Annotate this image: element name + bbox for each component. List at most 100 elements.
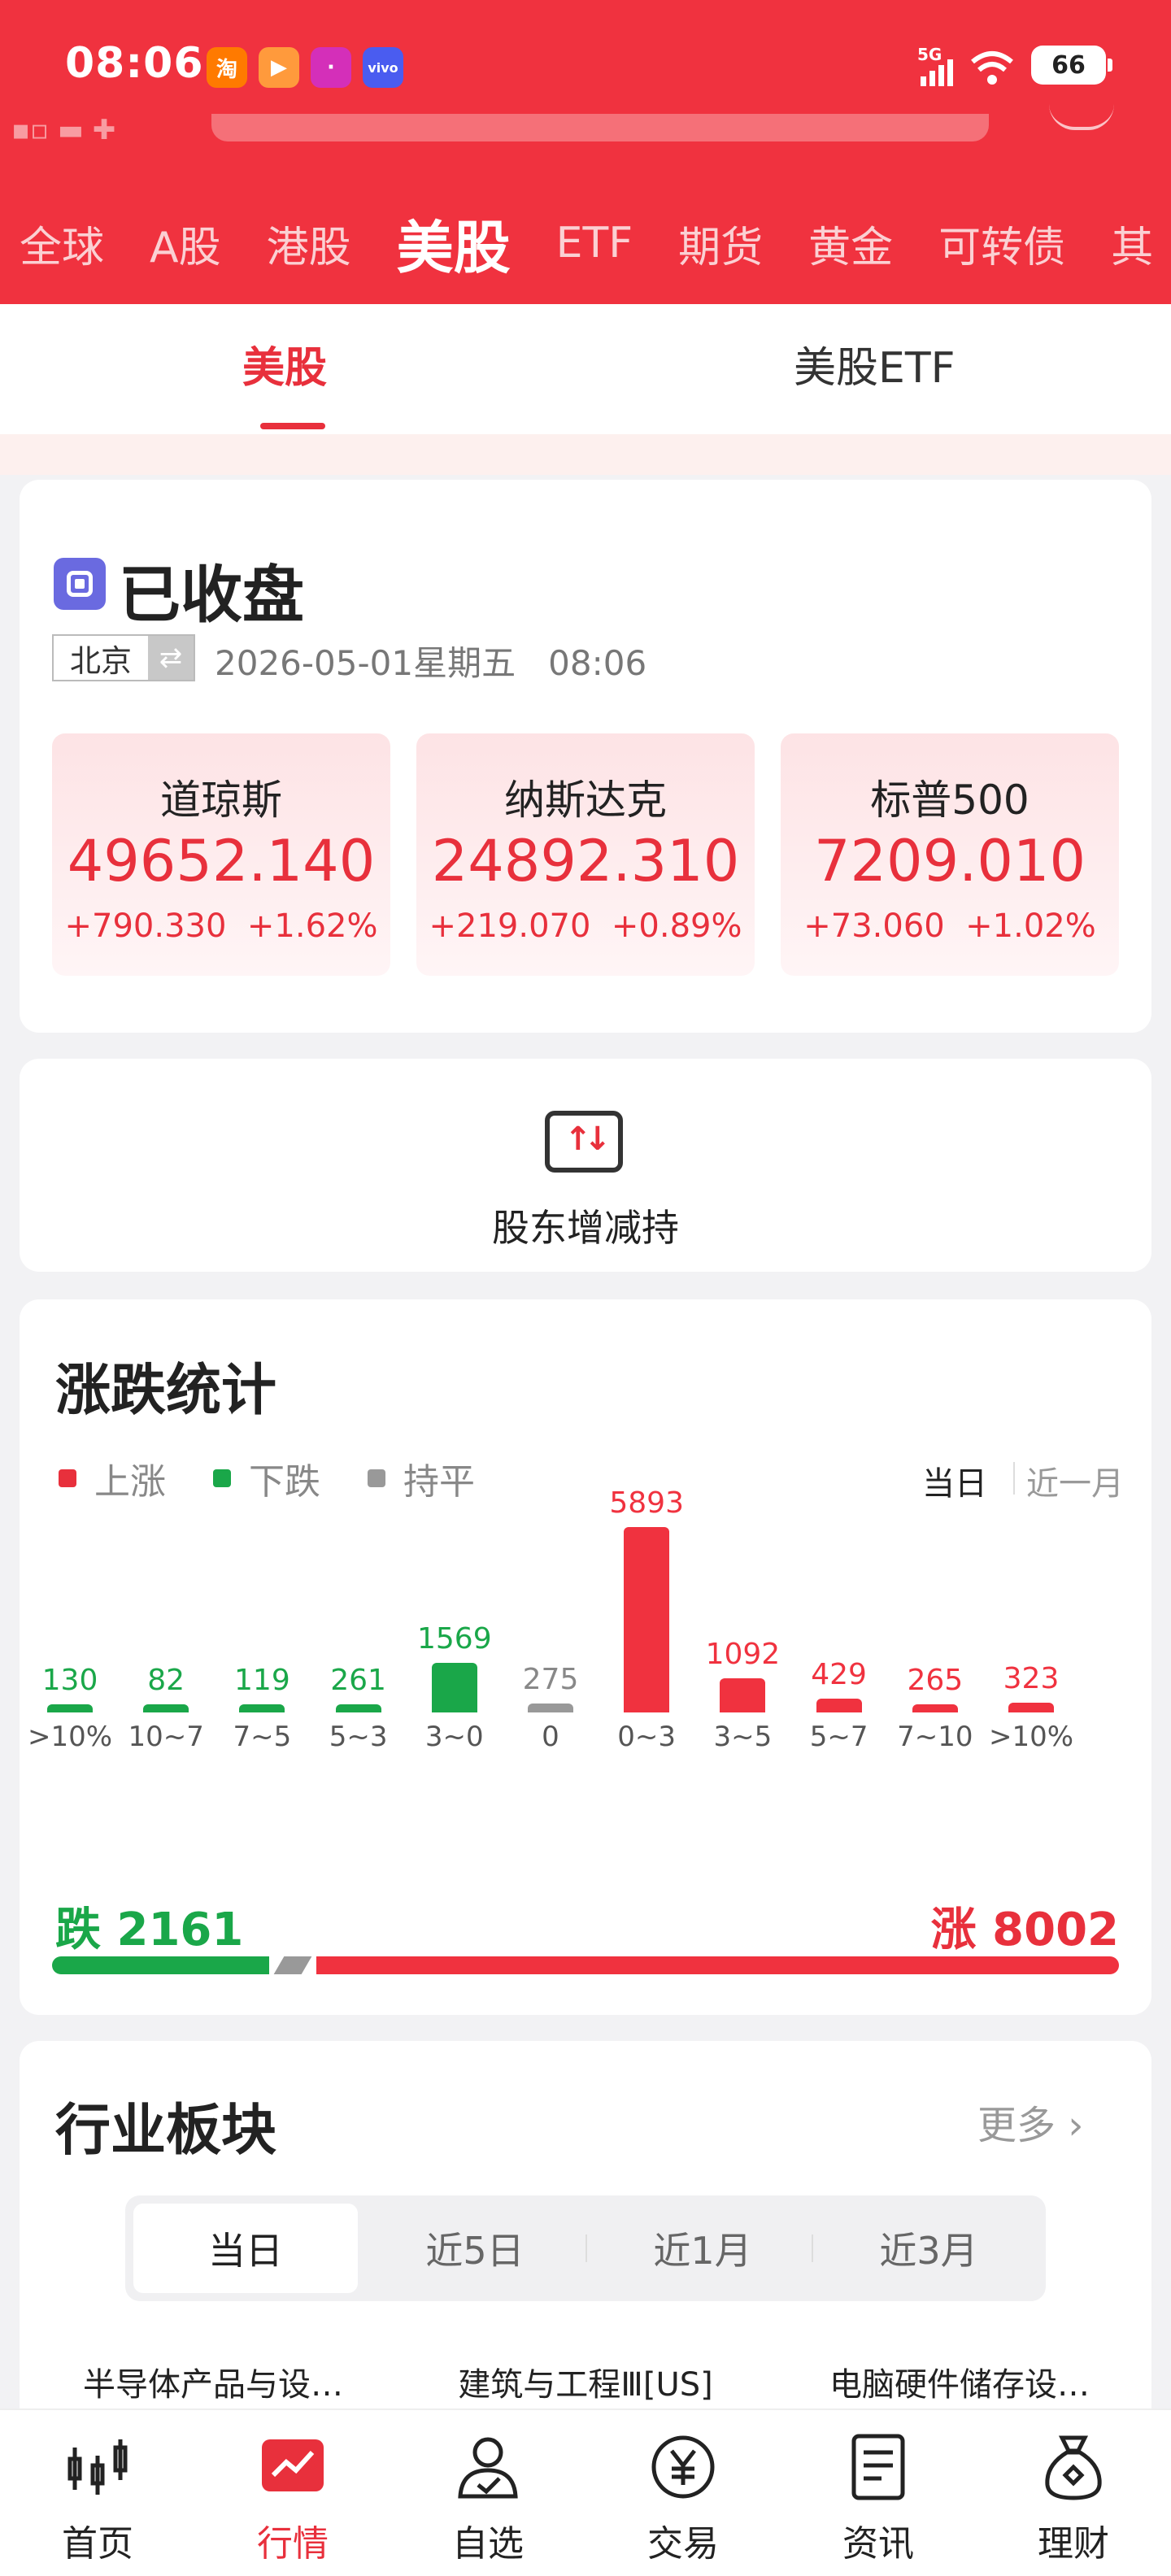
chart-bar-value: 1569 bbox=[416, 1622, 492, 1656]
index-value: 7209.010 bbox=[813, 828, 1086, 894]
timezone-label: 北京 bbox=[69, 642, 132, 679]
nav-news[interactable]: 资讯 bbox=[781, 2410, 976, 2576]
search-bar[interactable] bbox=[211, 114, 989, 141]
subtab-us-etf[interactable]: 美股ETF bbox=[794, 333, 956, 394]
shareholder-change-card[interactable]: ↑ ↓ 股东增减持 bbox=[20, 1059, 1151, 1272]
yuan-icon bbox=[651, 2435, 715, 2499]
sector-item[interactable]: 建筑与工程Ⅲ[US] bbox=[415, 2358, 756, 2405]
chart-bar bbox=[143, 1704, 189, 1712]
avatar[interactable] bbox=[1049, 104, 1114, 130]
chart-bar-value: 261 bbox=[330, 1664, 386, 1697]
chart-bar-value: 265 bbox=[907, 1664, 964, 1697]
fall-total: 跌 2161 bbox=[55, 1904, 244, 1956]
nav-trade[interactable]: 交易 bbox=[586, 2410, 781, 2576]
chart-bar bbox=[431, 1663, 477, 1712]
chart-bar-value: 82 bbox=[147, 1664, 185, 1697]
segment-divider bbox=[586, 2234, 587, 2262]
nav-home[interactable]: 首页 bbox=[0, 2410, 195, 2576]
period-today[interactable]: 当日 bbox=[133, 2204, 358, 2293]
index-card-nasdaq[interactable]: 纳斯达克 24892.310 +219.070 +0.89% bbox=[416, 733, 755, 976]
tab-a-share[interactable]: A股 bbox=[150, 213, 221, 274]
chart-bar bbox=[720, 1678, 766, 1712]
tab-hk[interactable]: 港股 bbox=[267, 213, 351, 274]
arrows-updown-icon: ↑ ↓ bbox=[545, 1111, 623, 1173]
chart-bar-value: 5893 bbox=[609, 1486, 684, 1520]
index-name: 纳斯达克 bbox=[504, 777, 667, 824]
money-bag-icon bbox=[1045, 2435, 1102, 2500]
market-status-card: 已收盘 北京 ⇄ 2026-05-01星期五 08:06 道琼斯 49652.1… bbox=[20, 480, 1151, 1033]
rise-total: 涨 8002 bbox=[930, 1904, 1119, 1956]
chart-bar bbox=[816, 1699, 862, 1712]
menu-ghost-icon: ▪▫ ▬ ✚ bbox=[11, 114, 116, 146]
signal-wifi-icon: 5G bbox=[917, 45, 1013, 86]
tab-gold[interactable]: 黄金 bbox=[808, 213, 893, 274]
chart-category-label: 3~0 bbox=[424, 1721, 484, 1753]
market-closed-icon bbox=[54, 558, 106, 610]
sector-more-link[interactable]: 更多 › bbox=[977, 2093, 1083, 2150]
period-selector: 当日 近5日 近1月 近3月 bbox=[125, 2195, 1046, 2301]
chart-category-label: 0~3 bbox=[617, 1721, 677, 1753]
segment-divider bbox=[812, 2234, 813, 2262]
index-card-sp500[interactable]: 标普500 7209.010 +73.060 +1.02% bbox=[781, 733, 1119, 976]
progress-fall bbox=[52, 1956, 269, 1974]
notification-app-icon: 淘 bbox=[207, 47, 247, 88]
nav-watchlist[interactable]: 自选 bbox=[390, 2410, 586, 2576]
index-change: +73.060 +1.02% bbox=[803, 907, 1096, 945]
period-3m[interactable]: 近3月 bbox=[816, 2204, 1041, 2293]
index-value: 49652.140 bbox=[67, 828, 376, 894]
chart-category-label: 5~7 bbox=[809, 1721, 868, 1753]
divider-band bbox=[0, 434, 1171, 475]
tab-etf[interactable]: ETF bbox=[556, 219, 633, 268]
index-value: 24892.310 bbox=[431, 828, 740, 894]
index-name: 标普500 bbox=[870, 777, 1030, 824]
candlestick-icon bbox=[67, 2439, 128, 2495]
chart-category-label: 10~7 bbox=[128, 1721, 204, 1753]
chart-bar-value: 119 bbox=[234, 1664, 290, 1697]
sector-item[interactable]: 电脑硬件储存设… bbox=[789, 2358, 1130, 2405]
user-check-icon bbox=[458, 2437, 518, 2499]
chart-bar-value: 1092 bbox=[705, 1638, 781, 1671]
timezone-toggle[interactable]: 北京 ⇄ bbox=[52, 634, 195, 681]
chart-category-label: >10% bbox=[988, 1721, 1074, 1753]
market-datetime: 2026-05-01星期五 08:06 bbox=[215, 636, 646, 685]
chart-bar bbox=[239, 1704, 285, 1712]
chart-bar-value: 323 bbox=[1003, 1662, 1060, 1695]
index-name: 道琼斯 bbox=[160, 777, 282, 824]
notification-app-icon: ▶ bbox=[259, 47, 299, 88]
period-5d[interactable]: 近5日 bbox=[363, 2204, 587, 2293]
chart-bar-value: 275 bbox=[522, 1663, 579, 1696]
tab-convertible[interactable]: 可转债 bbox=[938, 213, 1065, 274]
market-header: 08:06 淘 ▶ · vivo 5G 66 ▪▫ ▬ ✚ 全球 A股 港股 美… bbox=[0, 0, 1171, 304]
battery-indicator: 66 bbox=[1031, 46, 1112, 85]
market-date: 2026-05-01 bbox=[215, 643, 414, 683]
chart-bar bbox=[335, 1704, 381, 1712]
active-tab-indicator bbox=[260, 423, 325, 429]
market-chart-icon bbox=[262, 2439, 324, 2491]
nav-wealth[interactable]: 理财 bbox=[976, 2410, 1171, 2576]
chart-category-label: 5~3 bbox=[329, 1721, 388, 1753]
bottom-nav: 首页 行情 自选 交易 资讯 理财 bbox=[0, 2408, 1171, 2576]
tab-other[interactable]: 其 bbox=[1111, 213, 1153, 274]
market-time: 08:06 bbox=[548, 643, 647, 683]
chart-category-label: >10% bbox=[27, 1721, 113, 1753]
chart-bar-value: 130 bbox=[41, 1664, 98, 1697]
sector-item[interactable]: 半导体产品与设… bbox=[42, 2358, 384, 2405]
period-1m[interactable]: 近1月 bbox=[590, 2204, 815, 2293]
chart-category-label: 0 bbox=[542, 1721, 559, 1753]
network-type-label: 5G bbox=[917, 45, 942, 64]
subtab-us-stock[interactable]: 美股 bbox=[242, 333, 327, 394]
swap-icon: ⇄ bbox=[148, 636, 194, 680]
sub-tab-bar: 美股 美股ETF bbox=[0, 304, 1171, 434]
tab-futures[interactable]: 期货 bbox=[678, 213, 763, 274]
chart-category-label: 3~5 bbox=[713, 1721, 773, 1753]
sector-card: 行业板块 更多 › 当日 近5日 近1月 近3月 半导体产品与设… 建筑与工程Ⅲ… bbox=[20, 2041, 1151, 2464]
tab-global[interactable]: 全球 bbox=[20, 213, 104, 274]
tab-us[interactable]: 美股 bbox=[397, 202, 511, 285]
rise-fall-stats-card: 涨跌统计 上涨 下跌 持平 当日 近一月 130 >10% 82 10~7 119 7~5… bbox=[20, 1299, 1151, 2015]
nav-market[interactable]: 行情 bbox=[195, 2410, 390, 2576]
notification-app-icon: vivo bbox=[363, 47, 403, 88]
document-icon bbox=[851, 2434, 905, 2500]
sector-title: 行业板块 bbox=[55, 2099, 277, 2163]
index-card-dow[interactable]: 道琼斯 49652.140 +790.330 +1.62% bbox=[52, 733, 390, 976]
chart-bar bbox=[1008, 1703, 1054, 1712]
